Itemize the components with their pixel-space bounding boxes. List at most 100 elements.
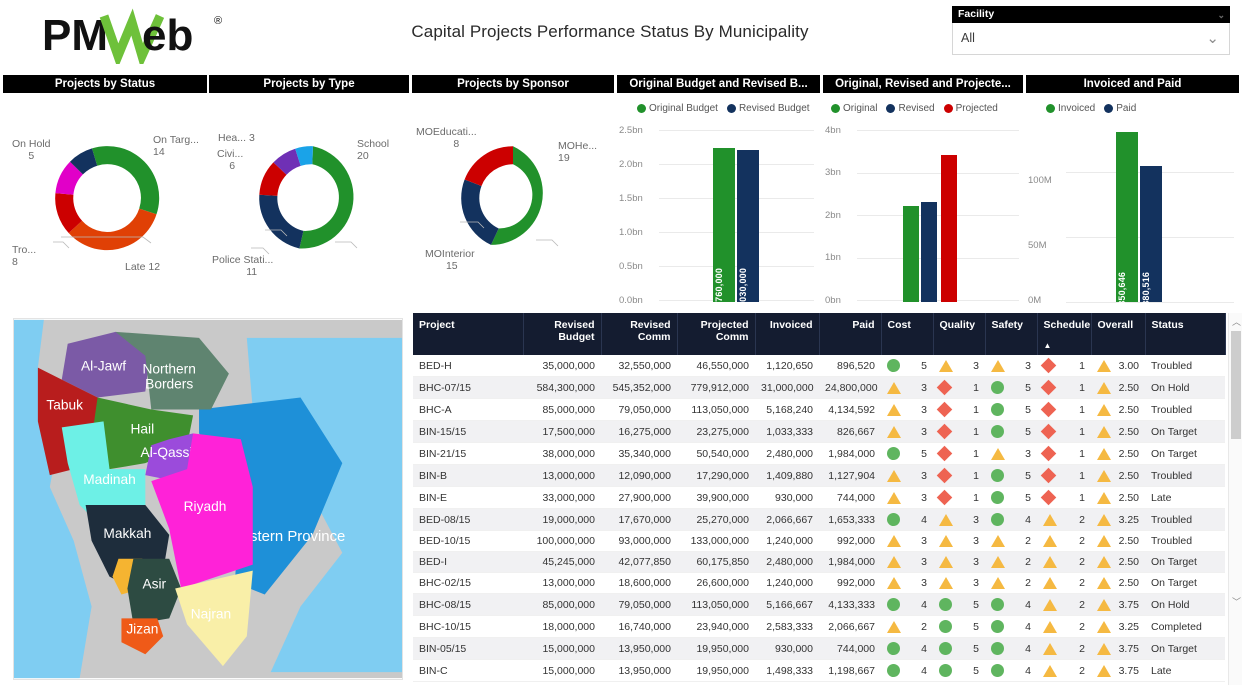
bar-revised[interactable] [921, 202, 937, 302]
bar-revised-budget[interactable]: 2,240,030,000 [737, 150, 759, 302]
cell-revised-budget: 100,000,000 [523, 531, 601, 552]
column-header-overall[interactable]: Overall [1091, 313, 1145, 355]
indicator-value: 3 [973, 535, 979, 547]
segment-police-station[interactable] [259, 195, 303, 249]
cell-quality: 5 [933, 660, 985, 682]
chart-original-revised-budget[interactable]: Original Budget Revised Budget 2,267,760… [617, 96, 820, 308]
table-row[interactable]: BIN-05/1515,000,00013,950,00019,950,0009… [413, 638, 1225, 660]
ytick-budget-1: 2.0bn [619, 159, 643, 170]
chart-original-revised-projected[interactable]: Original Revised Projected 4bn 3bn 2bn [823, 96, 1023, 308]
column-header-projected-comm[interactable]: Projected Comm [677, 313, 755, 355]
segment-mointerior[interactable] [461, 180, 499, 245]
projects-table[interactable]: Project Revised Budget Revised Comm Proj… [413, 313, 1242, 685]
region-label-northern-borders: Northern [143, 362, 196, 377]
chart-invoiced-and-paid[interactable]: Invoiced Paid 129,850,646 103,880,516 10… [1026, 96, 1239, 308]
cell-revised-budget: 584,300,000 [523, 377, 601, 399]
donut-label-civil: Civi... 6 [217, 148, 243, 172]
bar-paid[interactable]: 103,880,516 [1140, 166, 1162, 302]
legend-item-revised[interactable]: Revised [886, 103, 934, 114]
cell-project: BED-10/15 [413, 531, 523, 552]
chart-projects-by-type[interactable]: School 20 Police Stati... 11 Civi... 6 H… [209, 96, 409, 296]
column-header-status[interactable]: Status [1145, 313, 1225, 355]
bar-original-budget[interactable]: 2,267,760,000 [713, 148, 735, 302]
table-row[interactable]: BHC-08/1585,000,00079,050,000113,050,000… [413, 594, 1225, 616]
cell-safety: 3 [985, 355, 1037, 377]
legend-item-revised-budget[interactable]: Revised Budget [727, 103, 810, 114]
table-row[interactable]: BHC-07/15584,300,000545,352,000779,912,0… [413, 377, 1225, 399]
segment-moeducation[interactable] [465, 146, 513, 186]
column-header-project[interactable]: Project [413, 313, 523, 355]
facility-slicer-header[interactable]: Facility ⌄ [952, 6, 1230, 23]
cell-projected-comm: 46,550,000 [677, 355, 755, 377]
scroll-down-icon[interactable]: ﹀ [1232, 595, 1241, 608]
cell-safety: 5 [985, 421, 1037, 443]
cell-quality: 1 [933, 465, 985, 487]
table-row[interactable]: BHC-A85,000,00079,050,000113,050,0005,16… [413, 399, 1225, 421]
segment-on-target[interactable] [92, 146, 159, 214]
status-triangle-icon [1097, 514, 1111, 526]
cell-cost: 3 [881, 465, 933, 487]
bar-projected[interactable] [941, 155, 957, 302]
table-row[interactable]: BIN-E33,000,00027,900,00039,900,000930,0… [413, 487, 1225, 509]
column-header-revised-budget[interactable]: Revised Budget [523, 313, 601, 355]
column-header-cost[interactable]: Cost [881, 313, 933, 355]
bar-invoiced[interactable]: 129,850,646 [1116, 132, 1138, 302]
facility-slicer[interactable]: Facility ⌄ All ⌄ [952, 6, 1230, 55]
legend-item-original[interactable]: Original [831, 103, 877, 114]
indicator-value: 4 [1025, 643, 1031, 655]
status-circle-icon [887, 447, 900, 460]
cell-status: On Target [1145, 443, 1225, 465]
facility-select[interactable]: All ⌄ [952, 23, 1230, 55]
column-header-invoiced[interactable]: Invoiced [755, 313, 819, 355]
column-header-paid[interactable]: Paid [819, 313, 881, 355]
bar-original[interactable] [903, 206, 919, 302]
table-row[interactable]: BED-H35,000,00032,550,00046,550,0001,120… [413, 355, 1225, 377]
legend-item-paid[interactable]: Paid [1104, 103, 1136, 114]
indicator-value: 2 [1025, 535, 1031, 547]
map-svg[interactable]: Eastern Province Al-Jawf Northern Border… [13, 318, 403, 680]
column-header-schedule[interactable]: Schedule ▲ [1037, 313, 1091, 355]
scrollbar-thumb[interactable] [1231, 331, 1241, 439]
map-saudi-regions[interactable]: Eastern Province Al-Jawf Northern Border… [13, 318, 403, 680]
indicator-value: 4 [1025, 621, 1031, 633]
cell-status: Troubled [1145, 465, 1225, 487]
table-row[interactable]: BIN-C15,000,00013,950,00019,950,0001,498… [413, 660, 1225, 682]
indicator-value: 3.75 [1119, 643, 1139, 655]
column-header-safety[interactable]: Safety [985, 313, 1037, 355]
legend-item-invoiced[interactable]: Invoiced [1046, 103, 1095, 114]
table-row[interactable]: BIN-21/1538,000,00035,340,00050,540,0002… [413, 443, 1225, 465]
cell-schedule: 2 [1037, 552, 1091, 573]
indicator-value: 4 [1025, 665, 1031, 677]
table-row[interactable]: BHC-10/1518,000,00016,740,00023,940,0002… [413, 616, 1225, 638]
table-row[interactable]: BIN-B13,000,00012,090,00017,290,0001,409… [413, 465, 1225, 487]
segment-late[interactable] [69, 209, 157, 251]
status-circle-icon [939, 620, 952, 633]
legend-item-original-budget[interactable]: Original Budget [637, 103, 718, 114]
column-header-revised-comm[interactable]: Revised Comm [601, 313, 677, 355]
cell-schedule: 1 [1037, 465, 1091, 487]
legend-item-projected[interactable]: Projected [944, 103, 998, 114]
cell-revised-budget: 85,000,000 [523, 594, 601, 616]
status-triangle-icon [1097, 665, 1111, 677]
indicator-value: 2 [1079, 535, 1085, 547]
chevron-down-icon[interactable]: ⌄ [1206, 23, 1219, 54]
table-row[interactable]: BED-08/1519,000,00017,670,00025,270,0002… [413, 509, 1225, 531]
table-row[interactable]: BHC-02/1513,000,00018,600,00026,600,0001… [413, 573, 1225, 594]
table-row[interactable]: BED-10/15100,000,00093,000,000133,000,00… [413, 531, 1225, 552]
svg-text:PM: PM [42, 11, 108, 60]
cell-revised-comm: 12,090,000 [601, 465, 677, 487]
cell-paid: 896,520 [819, 355, 881, 377]
indicator-value: 3.25 [1119, 621, 1139, 633]
cell-schedule: 1 [1037, 355, 1091, 377]
indicator-value: 4 [921, 599, 927, 611]
region-label-jizan: Jizan [126, 621, 158, 636]
column-header-quality[interactable]: Quality [933, 313, 985, 355]
table-row[interactable]: BED-I45,245,00042,077,85060,175,8502,480… [413, 552, 1225, 573]
chart-projects-by-status[interactable]: On Targ... 14 Late 12 Tro... 8 On Hold 5 [3, 96, 207, 296]
status-triangle-icon [1097, 360, 1111, 372]
table-row[interactable]: BIN-15/1517,500,00016,275,00023,275,0001… [413, 421, 1225, 443]
cell-overall: 2.50 [1091, 552, 1145, 573]
chart-projects-by-sponsor[interactable]: MOHe... 19 MOInterior 15 MOEducati... 8 [412, 96, 614, 296]
table-scrollbar[interactable]: ︿ ﹀ [1228, 313, 1242, 685]
scroll-up-icon[interactable]: ︿ [1232, 315, 1241, 328]
